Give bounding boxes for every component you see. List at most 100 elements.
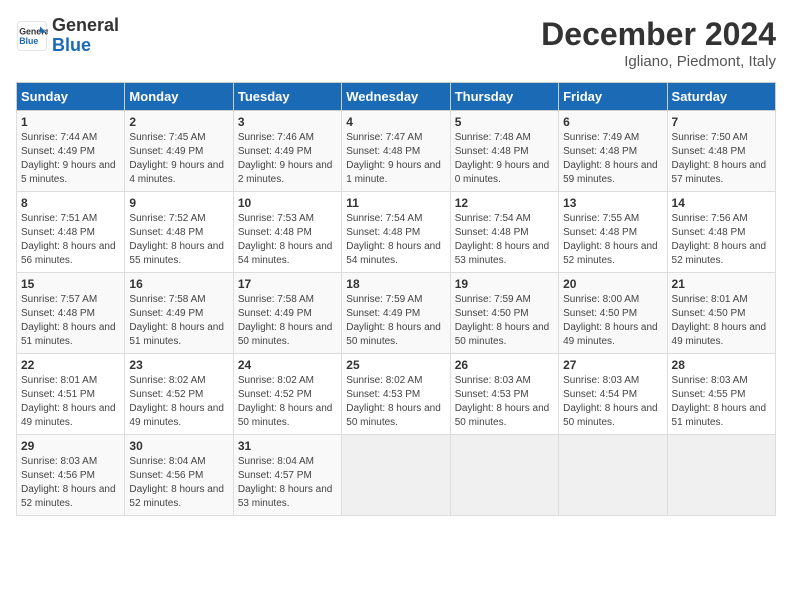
- day-number: 31: [238, 439, 337, 453]
- day-number: 18: [346, 277, 445, 291]
- day-number: 4: [346, 115, 445, 129]
- header-row: SundayMondayTuesdayWednesdayThursdayFrid…: [17, 83, 776, 111]
- calendar-cell: [559, 435, 667, 516]
- calendar-cell: [667, 435, 775, 516]
- calendar-week-2: 8 Sunrise: 7:51 AMSunset: 4:48 PMDayligh…: [17, 192, 776, 273]
- day-number: 16: [129, 277, 228, 291]
- svg-text:Blue: Blue: [19, 36, 38, 46]
- day-info: Sunrise: 7:52 AMSunset: 4:48 PMDaylight:…: [129, 212, 228, 268]
- day-header-friday: Friday: [559, 83, 667, 111]
- calendar-cell: 27 Sunrise: 8:03 AMSunset: 4:54 PMDaylig…: [559, 354, 667, 435]
- logo-text: General Blue: [52, 16, 119, 56]
- day-info: Sunrise: 7:59 AMSunset: 4:49 PMDaylight:…: [346, 293, 445, 349]
- day-info: Sunrise: 7:53 AMSunset: 4:48 PMDaylight:…: [238, 212, 337, 268]
- day-number: 27: [563, 358, 662, 372]
- day-info: Sunrise: 8:03 AMSunset: 4:55 PMDaylight:…: [672, 374, 771, 430]
- day-info: Sunrise: 7:46 AMSunset: 4:49 PMDaylight:…: [238, 131, 337, 187]
- day-info: Sunrise: 7:59 AMSunset: 4:50 PMDaylight:…: [455, 293, 554, 349]
- day-info: Sunrise: 7:58 AMSunset: 4:49 PMDaylight:…: [129, 293, 228, 349]
- day-number: 5: [455, 115, 554, 129]
- calendar-table: SundayMondayTuesdayWednesdayThursdayFrid…: [16, 82, 776, 516]
- day-number: 30: [129, 439, 228, 453]
- day-header-thursday: Thursday: [450, 83, 558, 111]
- header: General Blue General Blue December 2024 …: [16, 16, 776, 70]
- logo-icon: General Blue: [16, 20, 48, 52]
- day-info: Sunrise: 7:44 AMSunset: 4:49 PMDaylight:…: [21, 131, 120, 187]
- day-info: Sunrise: 8:03 AMSunset: 4:56 PMDaylight:…: [21, 455, 120, 511]
- day-header-monday: Monday: [125, 83, 233, 111]
- day-info: Sunrise: 7:58 AMSunset: 4:49 PMDaylight:…: [238, 293, 337, 349]
- day-info: Sunrise: 7:54 AMSunset: 4:48 PMDaylight:…: [455, 212, 554, 268]
- calendar-cell: 29 Sunrise: 8:03 AMSunset: 4:56 PMDaylig…: [17, 435, 125, 516]
- day-info: Sunrise: 7:55 AMSunset: 4:48 PMDaylight:…: [563, 212, 662, 268]
- day-number: 29: [21, 439, 120, 453]
- calendar-cell: 16 Sunrise: 7:58 AMSunset: 4:49 PMDaylig…: [125, 273, 233, 354]
- calendar-cell: 12 Sunrise: 7:54 AMSunset: 4:48 PMDaylig…: [450, 192, 558, 273]
- calendar-cell: 25 Sunrise: 8:02 AMSunset: 4:53 PMDaylig…: [342, 354, 450, 435]
- day-info: Sunrise: 7:48 AMSunset: 4:48 PMDaylight:…: [455, 131, 554, 187]
- day-info: Sunrise: 7:56 AMSunset: 4:48 PMDaylight:…: [672, 212, 771, 268]
- calendar-cell: 1 Sunrise: 7:44 AMSunset: 4:49 PMDayligh…: [17, 111, 125, 192]
- day-info: Sunrise: 8:01 AMSunset: 4:51 PMDaylight:…: [21, 374, 120, 430]
- day-info: Sunrise: 7:47 AMSunset: 4:48 PMDaylight:…: [346, 131, 445, 187]
- calendar-week-4: 22 Sunrise: 8:01 AMSunset: 4:51 PMDaylig…: [17, 354, 776, 435]
- day-number: 21: [672, 277, 771, 291]
- day-info: Sunrise: 8:04 AMSunset: 4:57 PMDaylight:…: [238, 455, 337, 511]
- day-number: 10: [238, 196, 337, 210]
- calendar-cell: 22 Sunrise: 8:01 AMSunset: 4:51 PMDaylig…: [17, 354, 125, 435]
- calendar-cell: 20 Sunrise: 8:00 AMSunset: 4:50 PMDaylig…: [559, 273, 667, 354]
- calendar-cell: [450, 435, 558, 516]
- calendar-cell: 30 Sunrise: 8:04 AMSunset: 4:56 PMDaylig…: [125, 435, 233, 516]
- day-number: 26: [455, 358, 554, 372]
- calendar-cell: 28 Sunrise: 8:03 AMSunset: 4:55 PMDaylig…: [667, 354, 775, 435]
- calendar-cell: 9 Sunrise: 7:52 AMSunset: 4:48 PMDayligh…: [125, 192, 233, 273]
- day-number: 2: [129, 115, 228, 129]
- calendar-cell: 4 Sunrise: 7:47 AMSunset: 4:48 PMDayligh…: [342, 111, 450, 192]
- day-info: Sunrise: 8:02 AMSunset: 4:52 PMDaylight:…: [129, 374, 228, 430]
- day-number: 3: [238, 115, 337, 129]
- day-number: 25: [346, 358, 445, 372]
- subtitle: Igliano, Piedmont, Italy: [541, 53, 776, 70]
- day-number: 6: [563, 115, 662, 129]
- day-number: 24: [238, 358, 337, 372]
- logo: General Blue General Blue: [16, 16, 119, 56]
- calendar-cell: 21 Sunrise: 8:01 AMSunset: 4:50 PMDaylig…: [667, 273, 775, 354]
- calendar-cell: 14 Sunrise: 7:56 AMSunset: 4:48 PMDaylig…: [667, 192, 775, 273]
- day-info: Sunrise: 8:01 AMSunset: 4:50 PMDaylight:…: [672, 293, 771, 349]
- day-info: Sunrise: 7:50 AMSunset: 4:48 PMDaylight:…: [672, 131, 771, 187]
- day-info: Sunrise: 8:04 AMSunset: 4:56 PMDaylight:…: [129, 455, 228, 511]
- day-info: Sunrise: 7:57 AMSunset: 4:48 PMDaylight:…: [21, 293, 120, 349]
- day-number: 17: [238, 277, 337, 291]
- day-number: 15: [21, 277, 120, 291]
- day-info: Sunrise: 7:51 AMSunset: 4:48 PMDaylight:…: [21, 212, 120, 268]
- calendar-cell: 3 Sunrise: 7:46 AMSunset: 4:49 PMDayligh…: [233, 111, 341, 192]
- day-number: 22: [21, 358, 120, 372]
- month-title: December 2024: [541, 16, 776, 53]
- title-block: December 2024 Igliano, Piedmont, Italy: [541, 16, 776, 70]
- day-header-tuesday: Tuesday: [233, 83, 341, 111]
- calendar-cell: 5 Sunrise: 7:48 AMSunset: 4:48 PMDayligh…: [450, 111, 558, 192]
- calendar-cell: 15 Sunrise: 7:57 AMSunset: 4:48 PMDaylig…: [17, 273, 125, 354]
- calendar-cell: 19 Sunrise: 7:59 AMSunset: 4:50 PMDaylig…: [450, 273, 558, 354]
- calendar-cell: 8 Sunrise: 7:51 AMSunset: 4:48 PMDayligh…: [17, 192, 125, 273]
- day-number: 19: [455, 277, 554, 291]
- day-number: 28: [672, 358, 771, 372]
- day-header-wednesday: Wednesday: [342, 83, 450, 111]
- calendar-cell: 6 Sunrise: 7:49 AMSunset: 4:48 PMDayligh…: [559, 111, 667, 192]
- day-number: 12: [455, 196, 554, 210]
- day-info: Sunrise: 7:54 AMSunset: 4:48 PMDaylight:…: [346, 212, 445, 268]
- calendar-cell: 10 Sunrise: 7:53 AMSunset: 4:48 PMDaylig…: [233, 192, 341, 273]
- day-info: Sunrise: 8:02 AMSunset: 4:52 PMDaylight:…: [238, 374, 337, 430]
- day-number: 8: [21, 196, 120, 210]
- calendar-cell: [342, 435, 450, 516]
- calendar-cell: 11 Sunrise: 7:54 AMSunset: 4:48 PMDaylig…: [342, 192, 450, 273]
- calendar-cell: 23 Sunrise: 8:02 AMSunset: 4:52 PMDaylig…: [125, 354, 233, 435]
- day-info: Sunrise: 8:02 AMSunset: 4:53 PMDaylight:…: [346, 374, 445, 430]
- calendar-cell: 13 Sunrise: 7:55 AMSunset: 4:48 PMDaylig…: [559, 192, 667, 273]
- day-number: 13: [563, 196, 662, 210]
- day-header-sunday: Sunday: [17, 83, 125, 111]
- day-number: 23: [129, 358, 228, 372]
- day-info: Sunrise: 8:03 AMSunset: 4:54 PMDaylight:…: [563, 374, 662, 430]
- day-number: 14: [672, 196, 771, 210]
- day-info: Sunrise: 8:03 AMSunset: 4:53 PMDaylight:…: [455, 374, 554, 430]
